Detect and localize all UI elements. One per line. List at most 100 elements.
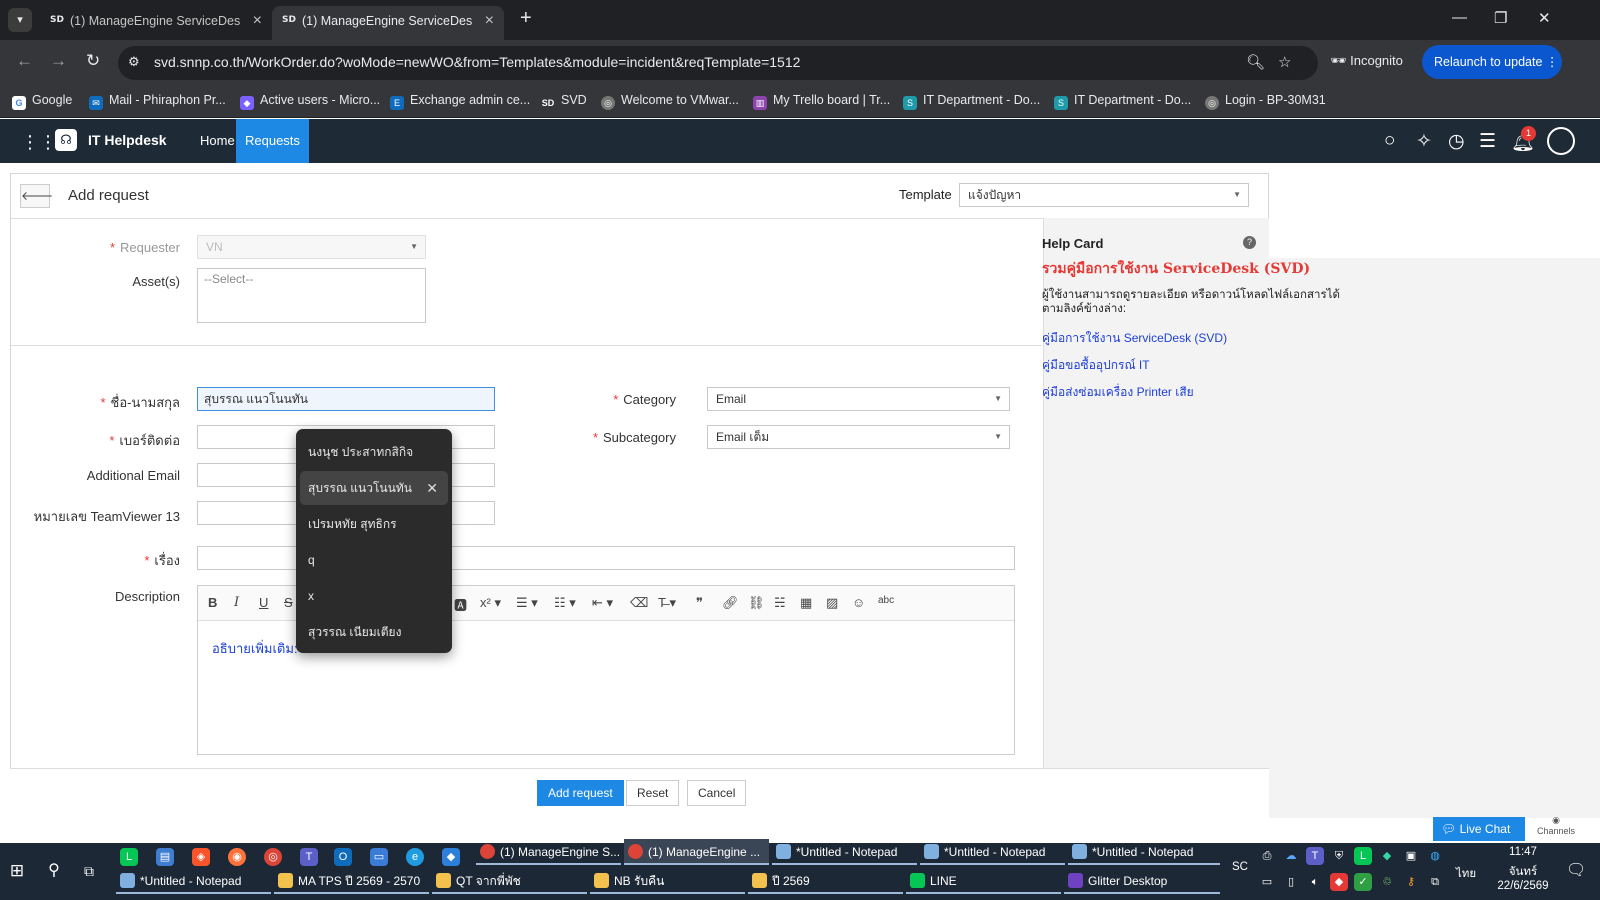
back-icon[interactable]: ← [16,51,33,71]
clock-time[interactable]: 11:47 [1490,846,1556,858]
line-icon[interactable]: L [120,848,138,866]
volume-icon[interactable]: 🔈︎ [1306,873,1324,891]
bookmark-it-department-1[interactable]: S IT Department - Do... [903,93,1040,110]
minimize-icon[interactable]: — [1452,9,1467,26]
chrome-icon[interactable]: ◎ [264,848,282,866]
new-tab-icon[interactable]: + [520,7,532,30]
emoji-icon[interactable]: ☺ [852,595,865,610]
template-select[interactable]: แจ้งปัญหา ▼ [959,183,1249,207]
remove-suggestion-icon[interactable]: ✕ [426,471,438,505]
clear-format-icon[interactable]: T̶ ▾ [658,595,676,611]
full-name-input[interactable]: สุบรรณ แนวโนนทัน [197,387,495,411]
taskbar-app-chrome-1[interactable]: (1) ManageEngine S... [476,839,621,865]
bookmark-star-icon[interactable]: ☆ [1278,53,1291,71]
superscript-icon[interactable]: x² ▾ [480,595,501,611]
back-arrow-button[interactable]: 🡐 [20,184,53,208]
eraser-icon[interactable]: ⌫ [630,595,648,611]
search-icon[interactable]: ○ [1384,130,1395,152]
bookmark-active-users[interactable]: ◆ Active users - Micro... [240,93,380,110]
bookmark-google[interactable]: G Google [12,93,72,110]
usb-icon[interactable]: ▯ [1282,873,1300,891]
security-tray-icon[interactable]: ◆ [1378,847,1396,865]
edge-icon[interactable]: e [406,848,424,866]
clock-date[interactable]: 22/6/2569 [1490,880,1556,892]
italic-icon[interactable]: I [234,595,239,610]
relaunch-button[interactable]: Relaunch to update ⋮ [1422,45,1562,79]
brave-icon[interactable]: ◈ [192,848,210,866]
start-windows-icon[interactable]: ⊞ [8,862,26,880]
tray-printer-icon[interactable]: ⎙ [1258,847,1276,865]
recycle-icon[interactable]: ♲ [1378,873,1396,891]
subcategory-select[interactable]: Email เต็ม ▼ [707,425,1010,449]
task-view-icon[interactable]: ⧉ [80,862,98,880]
underline-icon[interactable]: U [259,595,268,610]
outlook-icon[interactable]: O [334,848,352,866]
tasks-icon[interactable]: ☰ [1479,130,1496,153]
unlink-icon[interactable]: ⛓︎ [748,595,765,611]
tab-search-button[interactable]: ▾ [8,8,32,32]
onedrive-icon[interactable]: ☁ [1282,847,1300,865]
bookmark-it-department-2[interactable]: S IT Department - Do... [1054,93,1191,110]
browser-tab-active[interactable]: SD (1) ManageEngine ServiceDesk × [272,6,504,40]
defender-icon[interactable]: ⛨ [1330,847,1348,865]
user-avatar-icon[interactable] [1547,127,1575,155]
horizontal-rule-icon[interactable]: ☵ [774,595,786,611]
bookmark-trello[interactable]: ▥ My Trello board | Tr... [753,93,890,110]
display-icon[interactable]: ⧉ [1426,873,1444,891]
taskbar-app-folder-nb[interactable]: NB รับคืน [590,868,745,894]
key-icon[interactable]: ⚷ [1402,873,1420,891]
autocomplete-item[interactable]: เปรมหทัย สุทธิกร [300,507,448,541]
cancel-button[interactable]: Cancel [687,780,747,806]
bookmark-mail[interactable]: ✉ Mail - Phiraphon Pr... [89,93,226,110]
taskbar-app-folder-qt[interactable]: QT จากพี่พัช [432,868,587,894]
notification-center-icon[interactable]: 🗨︎ [1566,862,1586,880]
line-icon[interactable]: L [1354,847,1372,865]
language-indicator[interactable]: ไทย [1456,865,1476,883]
taskbar-app-notepad-1[interactable]: *Untitled - Notepad [772,839,917,865]
taskbar-app-folder-ma[interactable]: MA TPS ปี 2569 - 2570 [274,868,429,894]
bold-icon[interactable]: B [208,595,217,610]
taskbar-app-chrome-2[interactable]: (1) ManageEngine ... [624,839,769,865]
taskbar-app-notepad-2[interactable]: *Untitled - Notepad [920,839,1065,865]
taskbar-app-line[interactable]: LINE [906,868,1061,894]
quick-actions-icon[interactable]: ✧ [1416,130,1432,153]
category-select[interactable]: Email ▼ [707,387,1010,411]
spellcheck-icon[interactable]: abc [878,595,894,606]
bookmark-vmware[interactable]: ◎ Welcome to VMwar... [601,93,739,110]
list-icon[interactable]: ☷ ▾ [554,595,576,611]
calendar-app-icon[interactable]: ▤ [156,848,174,866]
teams-icon[interactable]: T [1306,847,1324,865]
image-icon[interactable]: ▨ [826,595,838,611]
taskbar-app-folder-2569[interactable]: ปี 2569 [748,868,903,894]
address-bar[interactable]: ⚙ svd.snnp.co.th/WorkOrder.do?woMode=new… [118,46,1318,80]
chat-tray-icon[interactable]: ◍ [1426,847,1444,865]
autocomplete-item[interactable]: x [300,579,448,613]
teams-icon[interactable]: T [300,848,318,866]
incognito-indicator[interactable]: 🕶︎ Incognito [1330,53,1403,69]
firefox-icon[interactable]: ◉ [228,848,246,866]
restore-icon[interactable]: ❐ [1494,9,1507,27]
network-icon[interactable]: ▭ [1258,873,1276,891]
autocomplete-item-selected[interactable]: สุบรรณ แนวโนนทัน ✕ [300,471,448,505]
align-icon[interactable]: ☰ ▾ [516,595,538,611]
bookmark-login[interactable]: ◎ Login - BP-30M31 [1205,93,1326,110]
zoom-icon[interactable]: 🔍︎ [1246,53,1265,71]
taskbar-app-notepad-3[interactable]: *Untitled - Notepad [1068,839,1220,865]
forward-icon[interactable]: → [50,51,67,71]
files-app-icon[interactable]: ◆ [442,848,460,866]
close-tab-icon[interactable]: × [253,12,262,30]
taskbar-app-glitter[interactable]: Glitter Desktop [1064,868,1220,894]
history-icon[interactable]: ◷ [1448,130,1465,153]
quote-icon[interactable]: ❞ [696,595,703,611]
bookmark-exchange[interactable]: E Exchange admin ce... [390,93,530,110]
taskbar-app-notepad-4[interactable]: *Untitled - Notepad [116,868,271,894]
remote-desktop-icon[interactable]: ▭ [370,848,388,866]
help-question-icon[interactable]: ? [1243,236,1256,249]
close-window-icon[interactable]: ✕ [1538,9,1551,27]
strikethrough-icon[interactable]: S [284,595,293,610]
reset-button[interactable]: Reset [626,780,680,806]
autocomplete-item[interactable]: สุวรรณ เนียมเตียง [300,615,448,649]
input-mode-indicator[interactable]: SC [1232,861,1248,873]
close-tab-icon[interactable]: × [485,12,494,30]
anydesk-icon[interactable]: ◆ [1330,873,1348,891]
